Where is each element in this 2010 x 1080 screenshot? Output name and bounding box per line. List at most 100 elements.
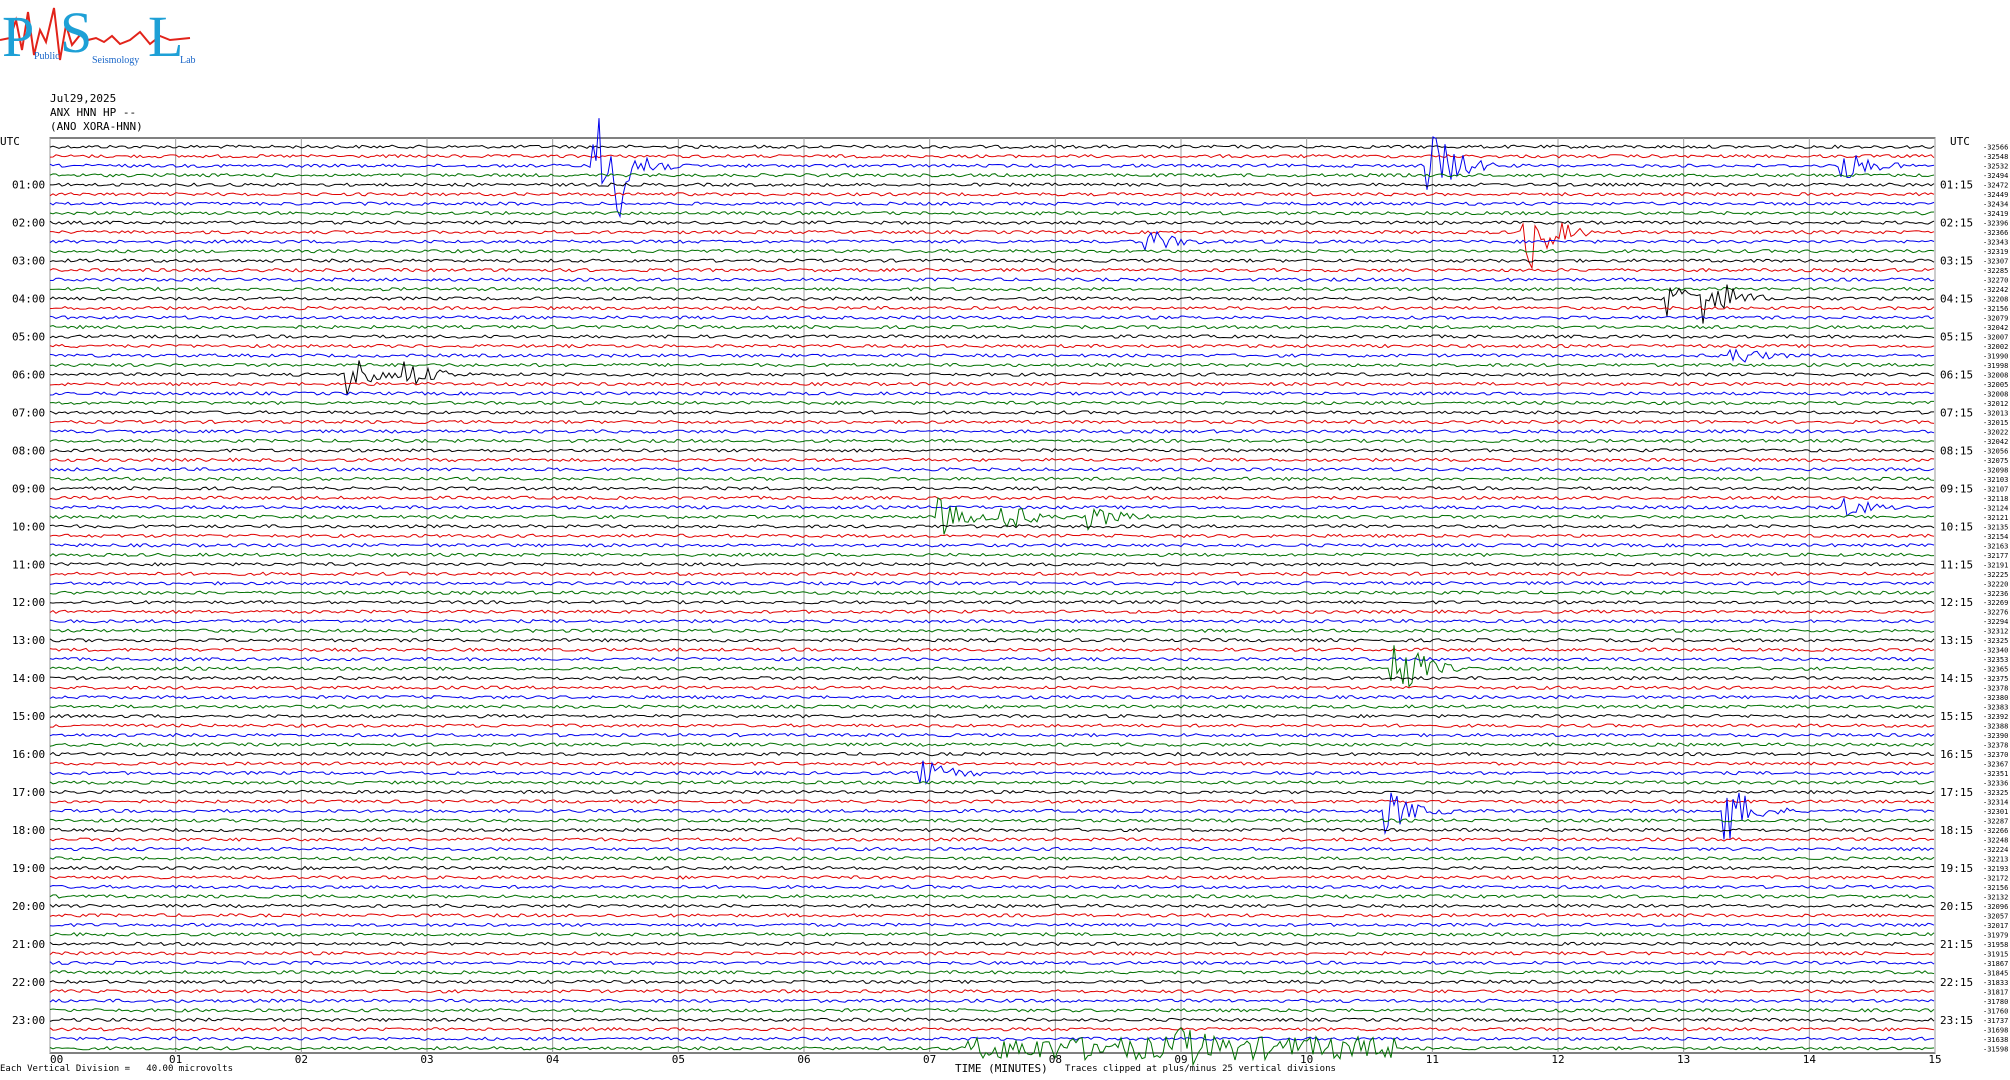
offset-label-60: -32392 — [1983, 713, 2008, 721]
trace-20 — [49, 334, 1935, 339]
offset-label-1: -32548 — [1983, 153, 2008, 161]
trace-80 — [49, 903, 1935, 909]
trace-4 — [50, 182, 1935, 187]
trace-59 — [49, 704, 1935, 709]
trace-27 — [49, 400, 1934, 406]
x-tick-label-7: 07 — [923, 1053, 936, 1066]
offset-label-81: -32057 — [1983, 912, 2008, 920]
offset-label-79: -32132 — [1983, 893, 2008, 901]
offset-label-51: -32312 — [1983, 628, 2008, 636]
trace-18 — [49, 315, 1935, 320]
offset-label-72: -32266 — [1983, 827, 2008, 835]
hour-label-left-11: 12:00 — [12, 596, 45, 609]
trace-63 — [49, 742, 1935, 747]
trace-81 — [49, 913, 1934, 918]
trace-10 — [49, 230, 1935, 252]
offset-label-40: -32135 — [1983, 523, 2008, 531]
offset-label-91: -31760 — [1983, 1007, 2008, 1015]
trace-75 — [49, 856, 1935, 861]
hour-label-right-18: 19:15 — [1940, 862, 1973, 875]
offset-label-62: -32390 — [1983, 732, 2008, 740]
offset-label-71: -32287 — [1983, 818, 2008, 826]
offset-label-32: -32056 — [1983, 447, 2008, 455]
offset-label-83: -31979 — [1983, 931, 2008, 939]
offset-label-84: -31958 — [1983, 941, 2008, 949]
trace-22 — [49, 348, 1935, 363]
trace-46 — [49, 580, 1935, 586]
offset-label-8: -32396 — [1983, 220, 2008, 228]
trace-30 — [49, 429, 1935, 434]
trace-13 — [49, 267, 1935, 273]
offset-label-66: -32351 — [1983, 770, 2008, 778]
trace-57 — [49, 685, 1935, 690]
offset-label-88: -31833 — [1983, 979, 2008, 987]
offset-label-94: -31638 — [1983, 1036, 2008, 1044]
trace-17 — [49, 305, 1935, 311]
trace-19 — [49, 324, 1935, 330]
trace-91 — [49, 1008, 1935, 1013]
offset-label-75: -32213 — [1983, 855, 2008, 863]
offset-label-14: -32270 — [1983, 277, 2008, 285]
offset-label-24: -32008 — [1983, 371, 2008, 379]
trace-76 — [49, 865, 1935, 871]
trace-82 — [49, 922, 1935, 928]
hour-label-left-10: 11:00 — [12, 558, 45, 571]
offset-label-5: -32449 — [1983, 191, 2008, 199]
trace-1 — [49, 154, 1935, 159]
offset-label-65: -32367 — [1983, 761, 2008, 769]
trace-58 — [49, 694, 1935, 700]
trace-35 — [49, 476, 1935, 482]
trace-45 — [49, 571, 1935, 577]
trace-12 — [49, 258, 1935, 263]
trace-29 — [49, 419, 1935, 425]
trace-38 — [49, 496, 1935, 517]
scale-note: Each Vertical Division = 40.00 microvolt… — [0, 1064, 233, 1074]
hour-label-left-21: 22:00 — [12, 976, 45, 989]
offset-label-92: -31737 — [1983, 1017, 2008, 1025]
hour-label-right-8: 09:15 — [1940, 482, 1973, 495]
offset-label-63: -32378 — [1983, 742, 2008, 750]
hour-label-right-19: 20:15 — [1940, 900, 1973, 913]
hour-label-right-1: 02:15 — [1940, 217, 1973, 230]
trace-11 — [49, 248, 1935, 254]
offset-label-89: -31817 — [1983, 988, 2008, 996]
hour-label-left-20: 21:00 — [12, 938, 45, 951]
trace-70 — [49, 792, 1935, 840]
offset-label-9: -32366 — [1983, 229, 2008, 237]
trace-92 — [49, 1017, 1935, 1023]
trace-72 — [49, 827, 1935, 833]
trace-94 — [49, 1036, 1935, 1042]
trace-88 — [49, 979, 1935, 985]
trace-64 — [49, 751, 1935, 757]
trace-62 — [49, 732, 1935, 738]
trace-43 — [49, 552, 1935, 558]
trace-47 — [49, 590, 1935, 595]
trace-67 — [49, 780, 1935, 785]
trace-54 — [49, 656, 1934, 662]
offset-label-68: -32325 — [1983, 789, 2008, 797]
hour-label-left-7: 08:00 — [12, 444, 45, 457]
offset-label-70: -32301 — [1983, 808, 2008, 816]
trace-0 — [49, 144, 1935, 149]
offset-label-52: -32325 — [1983, 637, 2008, 645]
trace-77 — [49, 875, 1935, 880]
offset-label-25: -32005 — [1983, 381, 2008, 389]
hour-label-right-5: 06:15 — [1940, 368, 1973, 381]
trace-48 — [49, 599, 1935, 605]
offset-label-18: -32079 — [1983, 315, 2008, 323]
hour-label-left-16: 17:00 — [12, 786, 45, 799]
trace-83 — [49, 932, 1935, 937]
trace-21 — [49, 343, 1935, 349]
trace-74 — [49, 846, 1935, 852]
x-tick-label-5: 05 — [672, 1053, 685, 1066]
offset-label-21: -32002 — [1983, 343, 2008, 351]
hour-label-right-16: 17:15 — [1940, 786, 1973, 799]
x-tick-label-2: 02 — [295, 1053, 308, 1066]
offset-label-30: -32022 — [1983, 428, 2008, 436]
trace-42 — [49, 543, 1935, 548]
clip-note: Traces clipped at plus/minus 25 vertical… — [1065, 1064, 1336, 1074]
hour-label-right-2: 03:15 — [1940, 255, 1973, 268]
hour-label-right-12: 13:15 — [1940, 634, 1973, 647]
trace-86 — [49, 960, 1935, 966]
offset-label-0: -32566 — [1983, 144, 2008, 152]
